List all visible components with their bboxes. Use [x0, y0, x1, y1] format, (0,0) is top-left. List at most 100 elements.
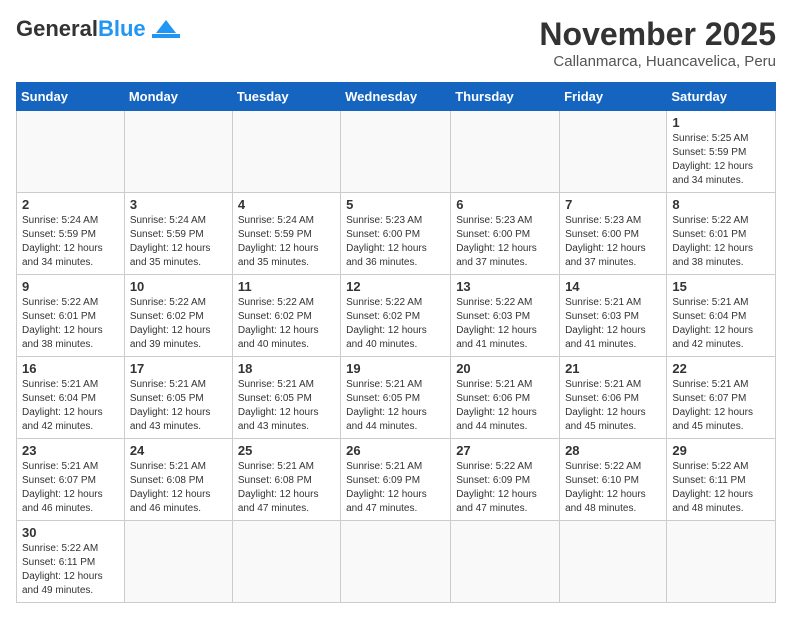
cell-sun-info: Sunrise: 5:21 AM Sunset: 6:05 PM Dayligh…: [346, 378, 445, 434]
calendar-cell: 23 Sunrise: 5:21 AM Sunset: 6:07 PM Dayli…: [17, 439, 125, 521]
calendar-cell: 25 Sunrise: 5:21 AM Sunset: 6:08 PM Dayli…: [232, 439, 340, 521]
cell-date-number: 1: [672, 115, 770, 130]
cell-date-number: 17: [130, 361, 227, 376]
cell-date-number: 2: [22, 197, 119, 212]
cell-sun-info: Sunrise: 5:21 AM Sunset: 6:09 PM Dayligh…: [346, 460, 445, 516]
calendar-cell: 2 Sunrise: 5:24 AM Sunset: 5:59 PM Daylig…: [17, 193, 125, 275]
logo-blue: Blue: [98, 16, 146, 42]
cell-sun-info: Sunrise: 5:23 AM Sunset: 6:00 PM Dayligh…: [456, 214, 554, 270]
cell-date-number: 29: [672, 443, 770, 458]
calendar-cell: 1 Sunrise: 5:25 AM Sunset: 5:59 PM Daylig…: [667, 111, 776, 193]
cell-date-number: 10: [130, 279, 227, 294]
cell-date-number: 11: [238, 279, 335, 294]
calendar-cell: 4 Sunrise: 5:24 AM Sunset: 5:59 PM Daylig…: [232, 193, 340, 275]
cell-sun-info: Sunrise: 5:22 AM Sunset: 6:01 PM Dayligh…: [672, 214, 770, 270]
calendar-cell: [451, 521, 560, 603]
calendar-cell: 17 Sunrise: 5:21 AM Sunset: 6:05 PM Dayli…: [124, 357, 232, 439]
cell-sun-info: Sunrise: 5:21 AM Sunset: 6:06 PM Dayligh…: [565, 378, 661, 434]
cell-date-number: 12: [346, 279, 445, 294]
cell-sun-info: Sunrise: 5:21 AM Sunset: 6:08 PM Dayligh…: [130, 460, 227, 516]
calendar-cell: [232, 111, 340, 193]
cell-date-number: 19: [346, 361, 445, 376]
calendar-cell: 24 Sunrise: 5:21 AM Sunset: 6:08 PM Dayli…: [124, 439, 232, 521]
calendar-cell: 26Sunrise: 5:21 AM Sunset: 6:09 PM Dayli…: [341, 439, 451, 521]
cell-date-number: 20: [456, 361, 554, 376]
cell-date-number: 13: [456, 279, 554, 294]
cell-sun-info: Sunrise: 5:22 AM Sunset: 6:09 PM Dayligh…: [456, 460, 554, 516]
weekday-header-friday: Friday: [560, 83, 667, 111]
calendar-cell: 3Sunrise: 5:24 AM Sunset: 5:59 PM Daylig…: [124, 193, 232, 275]
cell-date-number: 24: [130, 443, 227, 458]
cell-sun-info: Sunrise: 5:22 AM Sunset: 6:02 PM Dayligh…: [346, 296, 445, 352]
cell-sun-info: Sunrise: 5:24 AM Sunset: 5:59 PM Dayligh…: [238, 214, 335, 270]
cell-date-number: 16: [22, 361, 119, 376]
cell-sun-info: Sunrise: 5:23 AM Sunset: 6:00 PM Dayligh…: [565, 214, 661, 270]
cell-date-number: 23: [22, 443, 119, 458]
cell-date-number: 25: [238, 443, 335, 458]
cell-date-number: 28: [565, 443, 661, 458]
cell-sun-info: Sunrise: 5:21 AM Sunset: 6:04 PM Dayligh…: [672, 296, 770, 352]
calendar-cell: 18 Sunrise: 5:21 AM Sunset: 6:05 PM Dayli…: [232, 357, 340, 439]
cell-sun-info: Sunrise: 5:22 AM Sunset: 6:10 PM Dayligh…: [565, 460, 661, 516]
cell-date-number: 4: [238, 197, 335, 212]
calendar-cell: 15Sunrise: 5:21 AM Sunset: 6:04 PM Dayli…: [667, 275, 776, 357]
calendar-cell: 12 Sunrise: 5:22 AM Sunset: 6:02 PM Dayli…: [341, 275, 451, 357]
cell-sun-info: Sunrise: 5:21 AM Sunset: 6:06 PM Dayligh…: [456, 378, 554, 434]
calendar-cell: [17, 111, 125, 193]
logo-triangle: [156, 20, 176, 33]
cell-date-number: 8: [672, 197, 770, 212]
calendar-cell: [341, 521, 451, 603]
cell-sun-info: Sunrise: 5:25 AM Sunset: 5:59 PM Dayligh…: [672, 132, 770, 188]
cell-date-number: 5: [346, 197, 445, 212]
calendar-cell: 29Sunrise: 5:22 AM Sunset: 6:11 PM Dayli…: [667, 439, 776, 521]
location-title: Callanmarca, Huancavelica, Peru: [539, 53, 776, 70]
calendar-cell: [124, 111, 232, 193]
calendar-cell: 6 Sunrise: 5:23 AM Sunset: 6:00 PM Daylig…: [451, 193, 560, 275]
cell-sun-info: Sunrise: 5:21 AM Sunset: 6:04 PM Dayligh…: [22, 378, 119, 434]
calendar-week-row: 23 Sunrise: 5:21 AM Sunset: 6:07 PM Dayli…: [17, 439, 776, 521]
calendar-cell: 5 Sunrise: 5:23 AM Sunset: 6:00 PM Daylig…: [341, 193, 451, 275]
calendar-week-row: 2 Sunrise: 5:24 AM Sunset: 5:59 PM Daylig…: [17, 193, 776, 275]
calendar-cell: 8 Sunrise: 5:22 AM Sunset: 6:01 PM Daylig…: [667, 193, 776, 275]
calendar-cell: 20 Sunrise: 5:21 AM Sunset: 6:06 PM Dayli…: [451, 357, 560, 439]
calendar-cell: [232, 521, 340, 603]
cell-sun-info: Sunrise: 5:23 AM Sunset: 6:00 PM Dayligh…: [346, 214, 445, 270]
cell-sun-info: Sunrise: 5:21 AM Sunset: 6:07 PM Dayligh…: [22, 460, 119, 516]
cell-date-number: 14: [565, 279, 661, 294]
cell-sun-info: Sunrise: 5:21 AM Sunset: 6:08 PM Dayligh…: [238, 460, 335, 516]
logo-bar: [152, 34, 180, 38]
cell-date-number: 21: [565, 361, 661, 376]
cell-date-number: 7: [565, 197, 661, 212]
calendar-cell: [451, 111, 560, 193]
cell-sun-info: Sunrise: 5:21 AM Sunset: 6:05 PM Dayligh…: [130, 378, 227, 434]
cell-date-number: 30: [22, 525, 119, 540]
calendar-cell: 27 Sunrise: 5:22 AM Sunset: 6:09 PM Dayli…: [451, 439, 560, 521]
cell-sun-info: Sunrise: 5:22 AM Sunset: 6:02 PM Dayligh…: [238, 296, 335, 352]
cell-sun-info: Sunrise: 5:21 AM Sunset: 6:05 PM Dayligh…: [238, 378, 335, 434]
calendar-cell: 30 Sunrise: 5:22 AM Sunset: 6:11 PM Dayli…: [17, 521, 125, 603]
cell-sun-info: Sunrise: 5:24 AM Sunset: 5:59 PM Dayligh…: [130, 214, 227, 270]
weekday-header-row: SundayMondayTuesdayWednesdayThursdayFrid…: [17, 83, 776, 111]
calendar-week-row: 16 Sunrise: 5:21 AM Sunset: 6:04 PM Dayli…: [17, 357, 776, 439]
cell-date-number: 6: [456, 197, 554, 212]
calendar-cell: [124, 521, 232, 603]
calendar-cell: 16 Sunrise: 5:21 AM Sunset: 6:04 PM Dayli…: [17, 357, 125, 439]
calendar-cell: [560, 111, 667, 193]
weekday-header-saturday: Saturday: [667, 83, 776, 111]
calendar-cell: [667, 521, 776, 603]
calendar-cell: [560, 521, 667, 603]
weekday-header-tuesday: Tuesday: [232, 83, 340, 111]
calendar-table: SundayMondayTuesdayWednesdayThursdayFrid…: [16, 82, 776, 603]
cell-sun-info: Sunrise: 5:22 AM Sunset: 6:01 PM Dayligh…: [22, 296, 119, 352]
cell-date-number: 22: [672, 361, 770, 376]
cell-date-number: 18: [238, 361, 335, 376]
cell-date-number: 27: [456, 443, 554, 458]
calendar-cell: 11 Sunrise: 5:22 AM Sunset: 6:02 PM Dayli…: [232, 275, 340, 357]
calendar-cell: 22Sunrise: 5:21 AM Sunset: 6:07 PM Dayli…: [667, 357, 776, 439]
calendar-cell: 14 Sunrise: 5:21 AM Sunset: 6:03 PM Dayli…: [560, 275, 667, 357]
cell-sun-info: Sunrise: 5:24 AM Sunset: 5:59 PM Dayligh…: [22, 214, 119, 270]
cell-sun-info: Sunrise: 5:21 AM Sunset: 6:03 PM Dayligh…: [565, 296, 661, 352]
weekday-header-wednesday: Wednesday: [341, 83, 451, 111]
calendar-week-row: 1 Sunrise: 5:25 AM Sunset: 5:59 PM Daylig…: [17, 111, 776, 193]
cell-sun-info: Sunrise: 5:22 AM Sunset: 6:11 PM Dayligh…: [22, 542, 119, 598]
